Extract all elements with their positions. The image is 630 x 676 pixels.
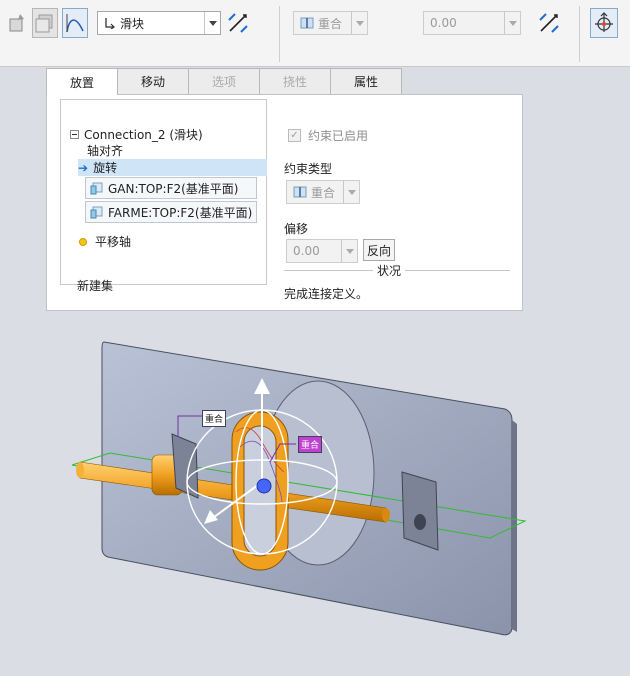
toolbar-separator <box>279 6 280 62</box>
tab-options[interactable]: 选项 <box>188 68 260 94</box>
offset-input[interactable]: 0.00 <box>423 11 521 35</box>
tab-flexibility[interactable]: 挠性 <box>259 68 331 94</box>
chevron-down-icon[interactable] <box>351 12 367 34</box>
new-set-link[interactable]: 新建集 <box>77 277 113 294</box>
collapse-icon[interactable] <box>70 130 79 139</box>
tab-placement[interactable]: 放置 <box>46 68 118 95</box>
new-set-label: 新建集 <box>77 279 114 293</box>
coincident-icon <box>300 17 314 29</box>
chevron-down-icon[interactable] <box>341 240 357 262</box>
chevron-down-icon[interactable] <box>504 12 520 34</box>
reference-label: GAN:TOP:F2(基准平面) <box>108 181 239 196</box>
datum-plane-icon <box>90 182 103 195</box>
dashboard-toolbar: 滑块 重合 0.00 <box>0 0 630 67</box>
constraint-options: ✓ 约束已启用 约束类型 重合 偏移 0.00 反向 状况 完成连接定义。 <box>284 95 514 310</box>
datum-plane-icon <box>90 206 103 219</box>
constraint-enabled-label: 约束已启用 <box>308 129 369 143</box>
slider-joint-icon <box>105 18 115 29</box>
connection-type-select[interactable]: 滑块 <box>97 11 221 35</box>
graphics-viewport[interactable]: 重合 重合 <box>0 312 630 676</box>
constraint-enabled-checkbox[interactable]: ✓ 约束已启用 <box>288 127 368 144</box>
tab-properties[interactable]: 属性 <box>330 68 402 94</box>
tree-item-label: 平移轴 <box>95 235 132 249</box>
incomplete-status-icon <box>79 237 87 246</box>
tab-motion[interactable]: 移动 <box>117 68 189 94</box>
tree-item-label: 轴对齐 <box>87 144 124 158</box>
checkmark-icon: ✓ <box>288 129 301 142</box>
reference-collector-2[interactable]: FARME:TOP:F2(基准平面) <box>85 201 257 223</box>
connection-tree: Connection_2 (滑块) 轴对齐 ➔ 旋转 GAN:TOP:F2(基准… <box>60 99 267 293</box>
placement-panel: Connection_2 (滑块) 轴对齐 ➔ 旋转 GAN:TOP:F2(基准… <box>46 94 523 311</box>
reference-collector-1[interactable]: GAN:TOP:F2(基准平面) <box>85 177 257 199</box>
curve-icon[interactable] <box>62 8 88 38</box>
constraint-tag-coincident-active[interactable]: 重合 <box>298 436 323 453</box>
constraint-type-select[interactable]: 重合 <box>293 11 368 35</box>
offset-field-value: 0.00 <box>293 244 320 258</box>
reference-label: FARME:TOP:F2(基准平面) <box>108 205 253 220</box>
drag-handle-icon[interactable] <box>590 8 618 38</box>
dashboard-tabs: 放置 移动 选项 挠性 属性 <box>46 68 402 95</box>
user-defined-icon[interactable] <box>5 8 31 38</box>
constraint-type-value: 重合 <box>318 16 343 31</box>
tree-item-axis-align[interactable]: 轴对齐 <box>87 142 123 159</box>
chevron-down-icon[interactable] <box>204 12 220 34</box>
offset-value: 0.00 <box>430 16 457 30</box>
toolbar-separator <box>579 6 580 62</box>
tree-item-translation-axis[interactable]: 平移轴 <box>79 233 131 250</box>
flip-icon[interactable] <box>536 8 562 38</box>
offset-field[interactable]: 0.00 <box>286 239 358 263</box>
status-text: 完成连接定义。 <box>284 287 369 301</box>
assembly-model <box>71 341 527 636</box>
constraint-type-label: 约束类型 <box>284 162 333 176</box>
tree-item-label: 旋转 <box>93 161 118 175</box>
offset-label: 偏移 <box>284 222 309 236</box>
connection-type-value: 滑块 <box>120 16 145 31</box>
flip-icon[interactable] <box>225 8 251 38</box>
display-icon[interactable] <box>32 8 58 38</box>
status-title: 状况 <box>373 262 406 279</box>
constraint-tag-coincident[interactable]: 重合 <box>202 410 227 427</box>
constraint-type-dropdown[interactable]: 重合 <box>286 180 360 204</box>
constraint-type-dropdown-value: 重合 <box>311 185 336 200</box>
tree-item-label: Connection_2 (滑块) <box>84 128 203 142</box>
coincident-icon <box>293 186 307 198</box>
arrow-right-icon: ➔ <box>78 160 89 175</box>
chevron-down-icon[interactable] <box>343 181 359 203</box>
flip-button[interactable]: 反向 <box>363 239 395 261</box>
tree-item-rotation[interactable]: ➔ 旋转 <box>78 159 267 176</box>
tree-item-connection[interactable]: Connection_2 (滑块) <box>70 126 203 143</box>
